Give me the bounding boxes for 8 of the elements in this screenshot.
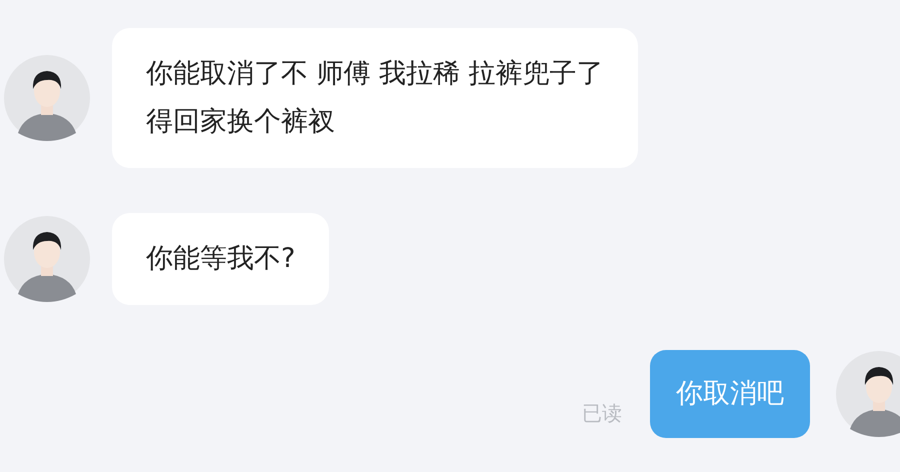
message-text: 得回家换个裤衩 <box>146 105 336 139</box>
avatar-icon <box>4 55 90 141</box>
message-text: 你取消吧 <box>676 377 784 411</box>
read-status: 已读 <box>582 400 622 427</box>
message-text: 你能取消了不 师傅 我拉稀 拉裤兜子了 <box>146 57 604 91</box>
avatar-icon <box>4 216 90 302</box>
avatar-icon <box>836 351 900 437</box>
message-text: 你能等我不? <box>146 242 296 276</box>
